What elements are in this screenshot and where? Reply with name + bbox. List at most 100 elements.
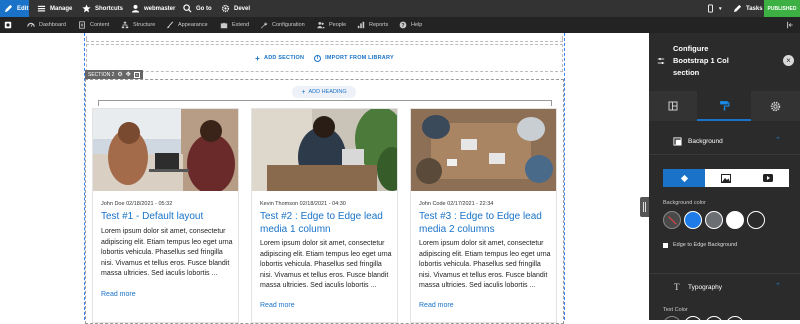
tab-settings[interactable] <box>751 91 800 121</box>
card-meta: John Code 02/17/2021 - 22:34 <box>419 201 494 207</box>
admin-menu: Dashboard Content Structure Appearance E… <box>0 17 800 33</box>
pencil-icon <box>733 4 742 13</box>
card-meta: Kevin Thomson 02/18/2021 - 04:30 <box>260 201 346 207</box>
menu-item-extend[interactable]: Extend <box>220 17 249 33</box>
top-toolbar: Edit Manage Shortcuts webmaster Go to De… <box>0 0 800 17</box>
manage-button[interactable]: Manage <box>37 0 72 17</box>
color-swatch-none[interactable] <box>663 211 681 229</box>
bg-type-image-button[interactable] <box>705 169 747 187</box>
previous-section <box>86 36 563 42</box>
pencil-icon <box>4 4 13 13</box>
user-button[interactable]: webmaster <box>131 0 175 17</box>
background-type-selector <box>663 169 789 187</box>
import-library-button[interactable]: i IMPORT FROM LIBRARY <box>314 54 394 62</box>
chevron-up-icon: ⌃ <box>775 283 781 290</box>
panel-tabs <box>649 91 800 121</box>
background-color-label: Background color <box>663 200 706 206</box>
read-more-link[interactable]: Read more <box>419 302 454 309</box>
menu-item-dashboard[interactable]: Dashboard <box>27 17 66 33</box>
brush-icon <box>166 21 174 29</box>
sitemap-icon <box>121 21 129 29</box>
card-image <box>93 109 238 191</box>
devel-button[interactable]: Devel <box>221 0 250 17</box>
panel-header: Configure Bootstrap 1 Col section × <box>649 33 800 89</box>
wrench-icon <box>260 22 268 29</box>
card-body: Lorem ipsum dolor sit amet, consectetur … <box>260 240 392 289</box>
panel-resize-handle[interactable] <box>640 197 649 217</box>
add-heading-button[interactable]: + ADD HEADING <box>292 86 356 98</box>
menu-item-structure[interactable]: Structure <box>121 17 155 33</box>
card-image <box>411 109 556 191</box>
add-section-bar: + ADD SECTION i IMPORT FROM LIBRARY <box>86 44 563 72</box>
close-icon[interactable]: × <box>133 71 140 78</box>
collapse-menu-icon[interactable] <box>786 17 794 33</box>
goto-button[interactable]: Go to <box>183 0 212 17</box>
people-icon <box>317 22 325 29</box>
panel-title: Bootstrap 1 Col <box>673 56 729 65</box>
bg-type-video-button[interactable] <box>747 169 789 187</box>
search-icon <box>183 4 192 13</box>
device-preview-button[interactable]: ▾ <box>706 0 722 17</box>
paint-bucket-icon <box>680 174 688 182</box>
gear-icon <box>221 4 230 13</box>
edge-to-edge-label: Edge to Edge Background <box>673 242 738 248</box>
move-icon[interactable]: ✥ <box>126 71 131 78</box>
menu-item-reports[interactable]: Reports <box>357 17 388 33</box>
left-gutter <box>0 33 84 320</box>
read-more-link[interactable]: Read more <box>101 291 136 298</box>
typography-icon: T <box>674 282 680 292</box>
menu-item-appearance[interactable]: Appearance <box>166 17 208 33</box>
card-image <box>252 109 397 191</box>
bg-type-color-button[interactable] <box>663 169 705 187</box>
configure-panel: Configure Bootstrap 1 Col section × Back… <box>649 33 800 320</box>
help-icon: ? <box>399 21 407 29</box>
settings-icon[interactable]: ⚙ <box>117 71 122 78</box>
menu-item-help[interactable]: ? Help <box>399 17 422 33</box>
tasks-button[interactable]: Tasks <box>733 0 763 17</box>
add-section-button[interactable]: + ADD SECTION <box>255 54 304 63</box>
article-card: John Code 02/17/2021 - 22:34 Test #3 : E… <box>410 108 557 323</box>
read-more-link[interactable]: Read more <box>260 302 295 309</box>
published-badge: PUBLISHED <box>764 0 800 17</box>
tab-style[interactable] <box>697 91 751 121</box>
text-color-swatches <box>663 316 787 320</box>
paint-roller-icon <box>719 100 729 110</box>
background-section-header[interactable]: Background ⌃ <box>649 129 800 155</box>
close-icon[interactable]: × <box>783 55 794 66</box>
document-icon <box>79 21 85 29</box>
edge-to-edge-checkbox[interactable] <box>663 243 668 248</box>
tab-layout[interactable] <box>649 91 697 121</box>
typography-section-header[interactable]: T Typography ⌃ <box>649 273 800 299</box>
background-icon <box>673 137 682 146</box>
star-icon <box>82 4 91 13</box>
edit-button[interactable]: Edit <box>0 0 29 17</box>
menu-item-people[interactable]: People <box>317 17 346 33</box>
text-color-label: Text Color <box>663 307 688 313</box>
color-swatch-dark[interactable] <box>747 211 765 229</box>
layout-icon <box>668 101 678 111</box>
menu-icon <box>37 5 46 12</box>
article-card: John Doe 02/18/2021 - 05:32 Test #1 - De… <box>92 108 239 323</box>
sliders-icon <box>657 57 665 65</box>
info-icon: i <box>314 54 322 62</box>
plus-icon: + <box>301 88 306 96</box>
card-meta: John Doe 02/18/2021 - 05:32 <box>101 201 173 207</box>
card-body: Lorem ipsum dolor sit amet, consectetur … <box>101 228 233 277</box>
chevron-up-icon: ⌃ <box>775 137 781 144</box>
phone-icon <box>708 4 713 13</box>
color-swatch-blue[interactable] <box>684 211 702 229</box>
card-title[interactable]: Test #3 : Edge to Edge lead media 2 colu… <box>419 211 555 236</box>
region-outline <box>98 100 552 106</box>
chart-icon <box>357 21 365 29</box>
card-body: Lorem ipsum dolor sit amet, consectetur … <box>419 240 551 289</box>
user-icon <box>131 4 140 13</box>
menu-item-content[interactable]: Content <box>78 17 109 33</box>
home-icon[interactable] <box>4 17 12 33</box>
card-title[interactable]: Test #2 : Edge to Edge lead media 1 colu… <box>260 211 396 236</box>
section-label[interactable]: SECTION 2 ⚙ ✥ × <box>85 70 143 79</box>
color-swatch-gray[interactable] <box>705 211 723 229</box>
menu-item-configuration[interactable]: Configuration <box>260 17 305 33</box>
shortcuts-button[interactable]: Shortcuts <box>82 0 123 17</box>
card-title[interactable]: Test #1 - Default layout <box>101 211 237 224</box>
color-swatch-white[interactable] <box>726 211 744 229</box>
